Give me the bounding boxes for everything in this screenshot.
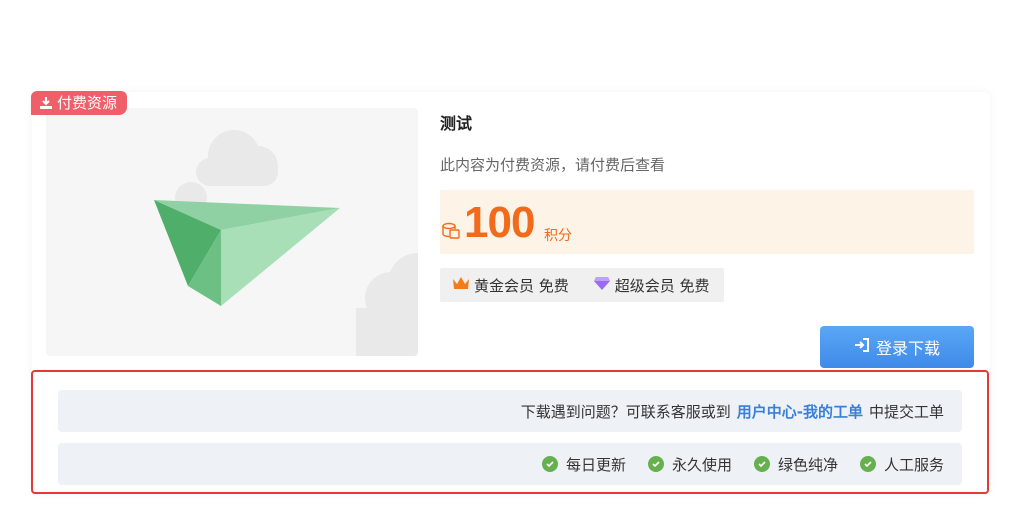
help-line: 下载遇到问题？可联系客服或到 用户中心-我的工单 中提交工单 <box>58 390 962 432</box>
price-amount: 100 <box>464 198 535 247</box>
check-icon <box>753 456 770 472</box>
feature-item: 绿色纯净 <box>753 454 838 475</box>
feature-label: 人工服务 <box>883 455 944 474</box>
resource-thumbnail <box>46 108 418 356</box>
help-prefix: 下载遇到问题？可联系客服或到 <box>520 402 731 421</box>
vip-super: 超级会员 免费 <box>593 275 710 296</box>
vip-gold-label: 黄金会员 免费 <box>474 276 569 295</box>
help-suffix: 中提交工单 <box>868 402 944 421</box>
crown-icon <box>452 275 470 295</box>
vip-benefits: 黄金会员 免费 超级会员 免费 <box>440 268 724 302</box>
vip-super-label: 超级会员 免费 <box>614 276 710 295</box>
user-center-ticket-link[interactable]: 用户中心-我的工单 <box>737 401 863 422</box>
vip-gold: 黄金会员 免费 <box>452 275 569 296</box>
paid-resource-ribbon: 付费资源 <box>31 91 128 115</box>
login-icon <box>854 337 870 357</box>
feature-label: 永久使用 <box>671 455 732 474</box>
check-icon <box>647 456 664 472</box>
download-icon <box>39 96 53 110</box>
feature-label: 绿色纯净 <box>777 455 838 474</box>
login-download-button[interactable]: 登录下载 <box>820 326 974 368</box>
feature-list: 每日更新 永久使用 绿色纯净 人工服务 <box>58 443 962 485</box>
feature-item: 永久使用 <box>647 454 732 475</box>
resource-title: 测试 <box>440 114 473 133</box>
diamond-icon <box>593 275 611 295</box>
coins-icon <box>442 222 460 244</box>
feature-label: 每日更新 <box>565 455 626 474</box>
check-icon <box>859 456 876 472</box>
feature-item: 每日更新 <box>541 454 626 475</box>
price-unit: 积分 <box>544 228 572 244</box>
feature-item: 人工服务 <box>859 454 944 475</box>
check-icon <box>541 456 558 472</box>
ribbon-label: 付费资源 <box>57 94 118 112</box>
price-box: 100 积分 <box>440 190 974 254</box>
login-download-label: 登录下载 <box>875 339 940 358</box>
resource-description: 此内容为付费资源，请付费后查看 <box>440 156 666 174</box>
